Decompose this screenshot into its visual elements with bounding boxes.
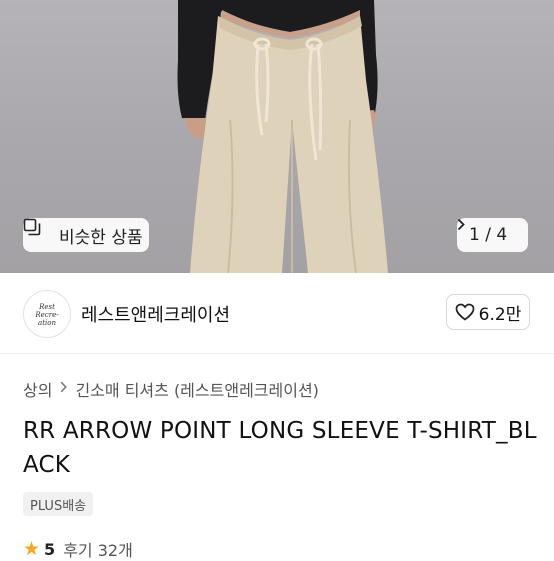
heart-icon xyxy=(455,303,475,321)
shipping-badge: PLUS배송 xyxy=(23,492,94,516)
svg-text:ation: ation xyxy=(38,319,56,327)
breadcrumb-subcategory[interactable]: 긴소매 티셔츠 (레스트앤레크레이션) xyxy=(75,377,318,401)
rating-score: 5 xyxy=(44,539,56,559)
breadcrumb-category[interactable]: 상의 xyxy=(23,377,52,401)
image-pager-count: 1 / 4 xyxy=(469,225,508,245)
seller-name[interactable]: 레스트앤레크레이션 xyxy=(81,301,230,327)
chevron-right-icon xyxy=(60,381,68,397)
seller-logo-image: Rest Recre- ation xyxy=(34,303,59,327)
star-icon: ★ xyxy=(23,538,41,560)
like-count: 6.2만 xyxy=(478,304,522,325)
breadcrumb: 상의 긴소매 티셔츠 (레스트앤레크레이션) xyxy=(23,377,319,401)
similar-items-label: 비슷한 상품 xyxy=(59,227,143,248)
like-button[interactable]: 6.2만 xyxy=(446,294,530,330)
svg-text:Recre-: Recre- xyxy=(34,311,59,319)
svg-text:Rest: Rest xyxy=(38,303,55,311)
similar-items-icon xyxy=(23,218,51,244)
seller-logo[interactable]: Rest Recre- ation xyxy=(23,290,71,338)
image-pager-button[interactable]: 1 / 4 xyxy=(457,218,528,252)
seller-bar: Rest Recre- ation 레스트앤레크레이션 6.2만 xyxy=(0,273,554,354)
product-image-gallery[interactable]: 비슷한 상품 1 / 4 xyxy=(0,0,554,273)
rating-summary[interactable]: ★ 5 후기 32개 xyxy=(23,537,133,561)
similar-items-button[interactable]: 비슷한 상품 xyxy=(23,218,149,252)
review-count[interactable]: 후기 32개 xyxy=(63,537,133,561)
product-title: RR ARROW POINT LONG SLEEVE T-SHIRT_BLACK xyxy=(23,418,537,478)
